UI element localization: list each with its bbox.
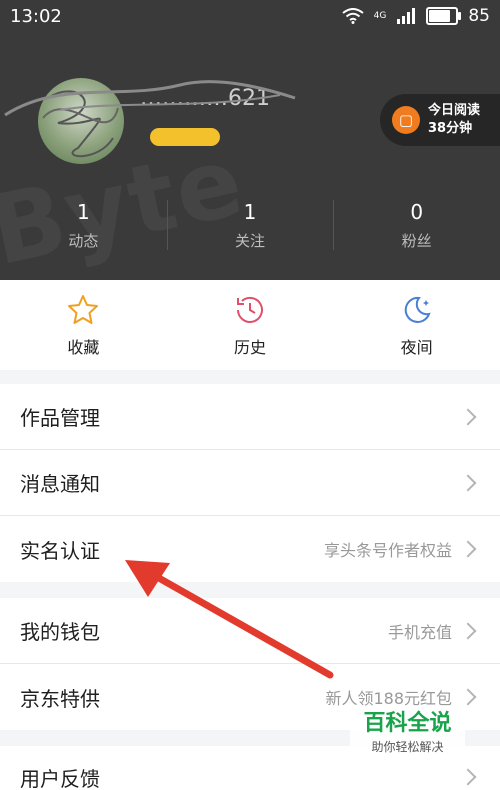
stat-value: 1	[243, 200, 257, 224]
menu-item-wallet[interactable]: 我的钱包 手机充值	[0, 598, 500, 664]
menu-item-title: 用户反馈	[20, 766, 100, 790]
stat-posts[interactable]: 1 动态	[0, 200, 167, 260]
moon-icon	[404, 296, 431, 323]
stat-followers[interactable]: 0 粉丝	[333, 200, 500, 260]
favorites-button[interactable]: 收藏	[0, 280, 167, 370]
stats-bar: 1 动态 1 关注 0 粉丝	[0, 200, 500, 260]
menu-item-subtitle: 手机充值	[387, 622, 452, 642]
chevron-right-icon	[459, 768, 477, 786]
menu-item-verification[interactable]: 实名认证 享头条号作者权益	[0, 516, 500, 582]
profile-header: Byte 13:02 4G 85 …………621 ▢ 今日阅读 38分钟 1 动…	[0, 0, 500, 280]
stat-label: 粉丝	[401, 232, 432, 250]
menu-item-subtitle: 享头条号作者权益	[323, 541, 452, 560]
status-time: 13:02	[10, 6, 62, 27]
stat-value: 1	[76, 200, 90, 224]
today-reading-pill[interactable]: ▢ 今日阅读 38分钟	[380, 94, 500, 146]
chevron-right-icon	[459, 474, 477, 491]
chevron-right-icon	[459, 408, 477, 425]
menu-item-title: 实名认证	[20, 538, 100, 563]
menu-item-works[interactable]: 作品管理	[0, 384, 500, 450]
reading-time: 38分钟	[428, 121, 473, 136]
wifi-icon	[342, 8, 364, 24]
reading-label: 今日阅读	[428, 103, 481, 118]
chevron-right-icon	[459, 540, 477, 558]
star-icon	[68, 295, 99, 324]
quick-actions: 收藏 历史 夜间	[0, 280, 500, 370]
menu-item-title: 京东特供	[20, 686, 100, 711]
stat-label: 动态	[68, 232, 99, 250]
chevron-right-icon	[459, 622, 477, 639]
history-button[interactable]: 历史	[167, 280, 334, 370]
book-icon: ▢	[392, 106, 420, 134]
menu-item-title: 作品管理	[20, 406, 100, 430]
stat-label: 关注	[235, 232, 266, 250]
night-mode-label: 夜间	[400, 338, 433, 357]
chevron-right-icon	[459, 688, 477, 706]
battery-percent: 85	[468, 6, 490, 26]
watermark-subtitle: 助你轻松解决	[371, 740, 444, 754]
history-label: 历史	[234, 338, 267, 357]
menu-item-title: 我的钱包	[20, 620, 100, 644]
menu-item-subtitle: 新人领188元红包	[325, 689, 452, 708]
status-bar: 13:02 4G 85	[0, 0, 500, 32]
clock-icon	[237, 296, 263, 323]
stat-value: 0	[410, 200, 424, 224]
menu-item-notifications[interactable]: 消息通知	[0, 450, 500, 516]
username-redaction-scribble	[4, 80, 296, 117]
signal-icon	[397, 8, 416, 24]
watermark: 百科全说 助你轻松解决	[350, 710, 465, 764]
network-type: 4G	[373, 11, 387, 21]
stat-following[interactable]: 1 关注	[166, 200, 334, 260]
menu-item-title: 消息通知	[20, 472, 100, 496]
menu-group-1: 作品管理 消息通知 实名认证 享头条号作者权益	[0, 384, 500, 582]
night-mode-button[interactable]: 夜间	[333, 280, 500, 370]
watermark-title: 百科全说	[363, 711, 452, 736]
user-badge	[150, 128, 220, 146]
favorites-label: 收藏	[67, 338, 100, 357]
battery-icon	[426, 7, 462, 25]
